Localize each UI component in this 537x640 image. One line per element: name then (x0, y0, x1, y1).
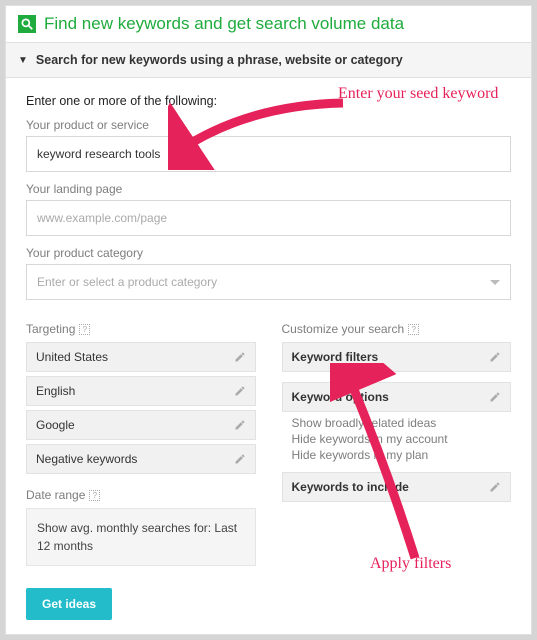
category-placeholder: Enter or select a product category (37, 275, 217, 289)
pencil-icon (234, 419, 246, 431)
category-label: Your product category (26, 246, 511, 260)
targeting-language[interactable]: English (26, 376, 256, 406)
pencil-icon (234, 385, 246, 397)
pencil-icon (489, 481, 501, 493)
targeting-negative[interactable]: Negative keywords (26, 444, 256, 474)
page-title: Find new keywords and get search volume … (44, 14, 404, 34)
landing-label: Your landing page (26, 182, 511, 196)
accordion-label: Search for new keywords using a phrase, … (36, 53, 403, 67)
pencil-icon (489, 351, 501, 363)
landing-input[interactable] (26, 200, 511, 236)
chevron-down-icon: ▼ (18, 55, 28, 66)
accordion-header[interactable]: ▼ Search for new keywords using a phrase… (6, 43, 531, 78)
get-ideas-button[interactable]: Get ideas (26, 588, 112, 620)
search-icon (18, 15, 36, 33)
chevron-down-icon (490, 280, 500, 285)
help-icon[interactable]: ? (408, 324, 419, 335)
pencil-icon (489, 391, 501, 403)
targeting-location[interactable]: United States (26, 342, 256, 372)
customize-title: Customize your search ? (282, 322, 512, 336)
targeting-column: Targeting ? United States English Google… (26, 322, 256, 566)
keywords-to-include[interactable]: Keywords to include (282, 472, 512, 502)
form-body: Enter one or more of the following: Your… (6, 78, 531, 636)
help-icon[interactable]: ? (79, 324, 90, 335)
header: Find new keywords and get search volume … (6, 6, 531, 43)
customize-column: Customize your search ? Keyword filters … (282, 322, 512, 566)
pencil-icon (234, 453, 246, 465)
intro-text: Enter one or more of the following: (26, 94, 511, 108)
keyword-planner-card: Find new keywords and get search volume … (5, 5, 532, 635)
product-label: Your product or service (26, 118, 511, 132)
targeting-network[interactable]: Google (26, 410, 256, 440)
help-icon[interactable]: ? (89, 490, 100, 501)
keyword-options[interactable]: Keyword options (282, 382, 512, 412)
product-input[interactable] (26, 136, 511, 172)
keyword-options-list: Show broadly related ideas Hide keywords… (282, 412, 512, 472)
category-select[interactable]: Enter or select a product category (26, 264, 511, 300)
daterange-box[interactable]: Show avg. monthly searches for: Last 12 … (26, 508, 256, 566)
pencil-icon (234, 351, 246, 363)
targeting-title: Targeting ? (26, 322, 256, 336)
keyword-filters[interactable]: Keyword filters (282, 342, 512, 372)
daterange-title: Date range ? (26, 488, 256, 502)
